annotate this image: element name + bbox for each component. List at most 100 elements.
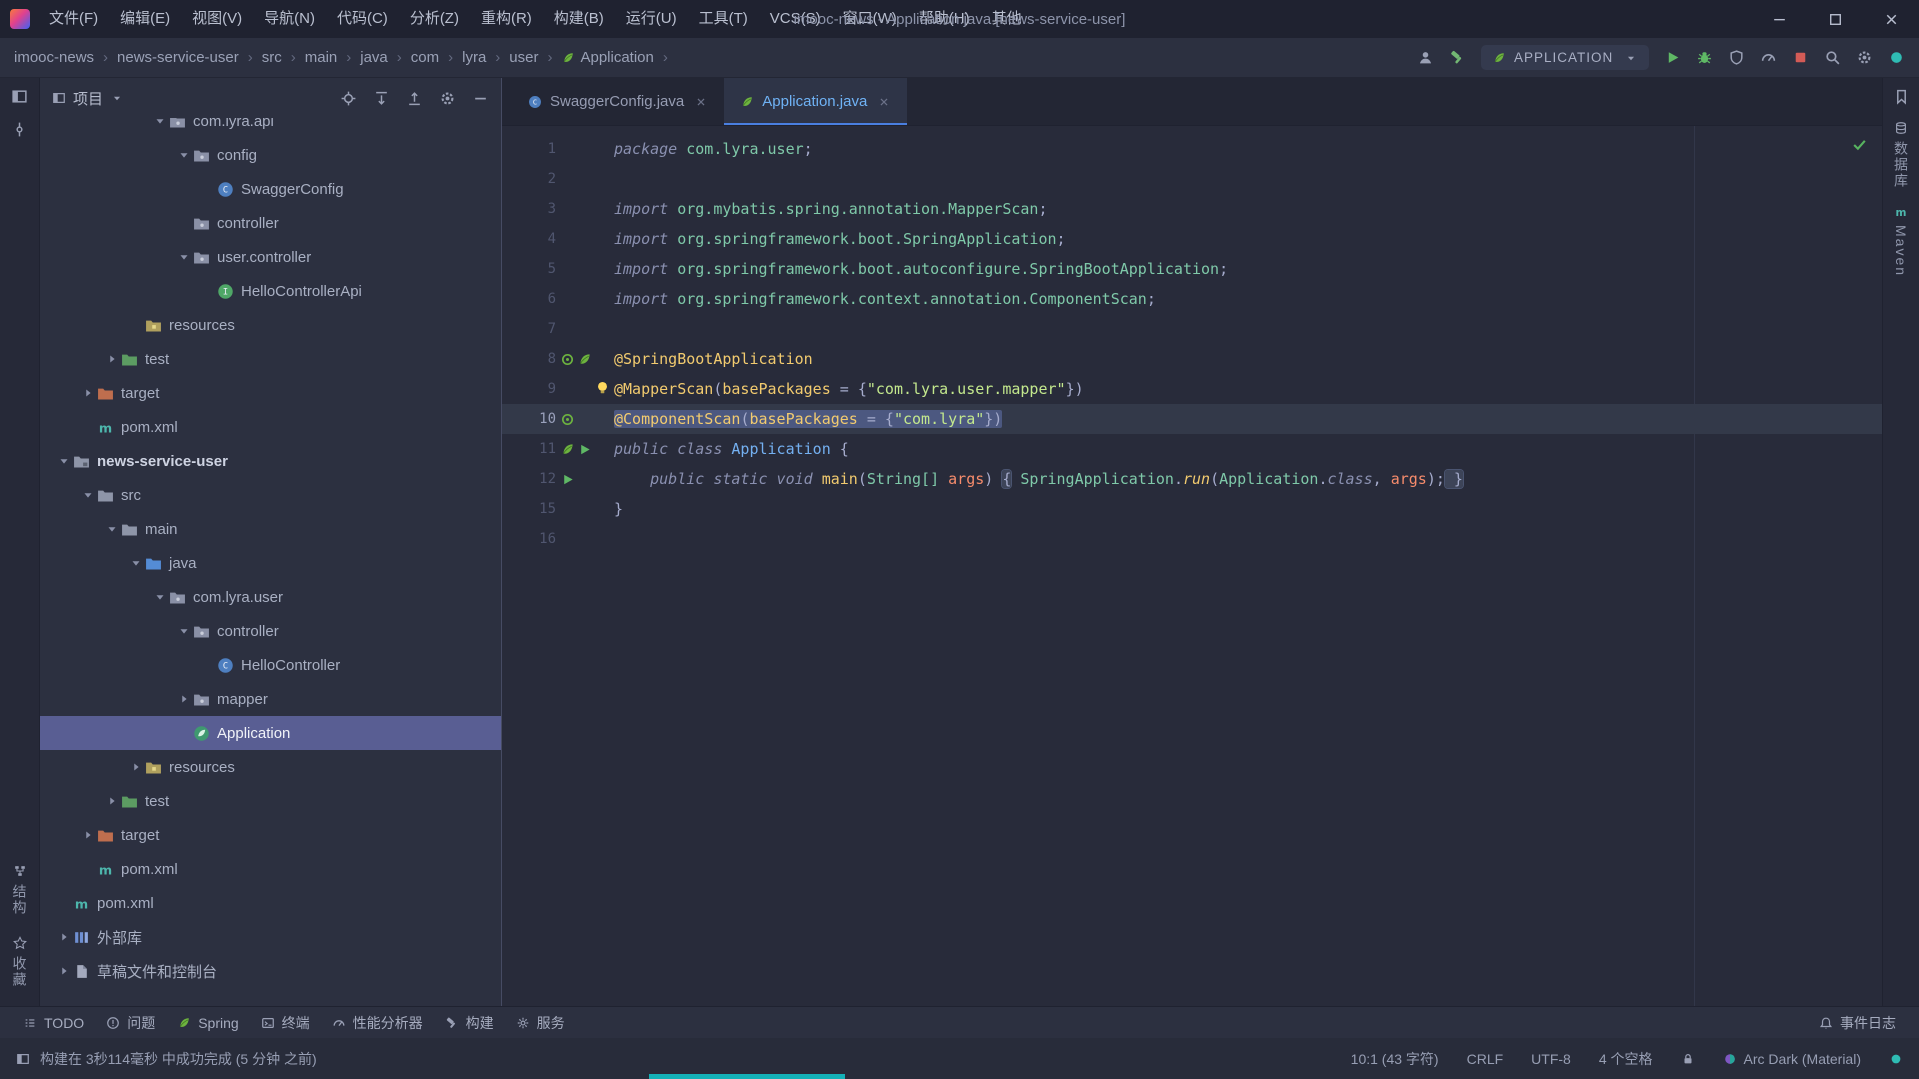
tree-chevron[interactable] xyxy=(126,556,145,570)
menu-item[interactable]: 文件(F) xyxy=(38,0,109,38)
code-line[interactable]: 9 @MapperScan(basePackages = {"com.lyra.u… xyxy=(502,374,1882,404)
tree-item[interactable]: config xyxy=(40,138,501,172)
code-line[interactable]: 6 import org.springframework.context.anno… xyxy=(502,284,1882,314)
menu-item[interactable]: 重构(R) xyxy=(470,0,543,38)
tree-item[interactable]: controller xyxy=(40,614,501,648)
breadcrumb-item[interactable]: com xyxy=(411,49,439,66)
favorites-toolwindow-button[interactable]: 收藏 xyxy=(10,936,30,988)
bookmark-icon[interactable] xyxy=(1893,88,1910,105)
toolwindow-button[interactable]: 性能分析器 xyxy=(321,1007,434,1038)
code-line[interactable]: 8 @SpringBootApplication xyxy=(502,344,1882,374)
menu-item[interactable]: 代码(C) xyxy=(326,0,399,38)
breadcrumb-item[interactable]: Application xyxy=(561,49,654,66)
maven-toolwindow-button[interactable]: m Maven xyxy=(1893,205,1909,277)
collapse-all-button[interactable] xyxy=(406,90,423,107)
tree-chevron[interactable] xyxy=(126,760,145,774)
settings-button[interactable] xyxy=(1856,49,1873,66)
code-line[interactable]: 15} xyxy=(502,494,1882,524)
tree-chevron[interactable] xyxy=(54,930,73,944)
encoding-widget[interactable]: UTF-8 xyxy=(1531,1051,1571,1067)
menu-item[interactable]: 工具(T) xyxy=(688,0,759,38)
tree-item[interactable]: src xyxy=(40,478,501,512)
spring-bean-icon[interactable] xyxy=(560,352,575,367)
tree-chevron[interactable] xyxy=(78,828,97,842)
database-toolwindow-button[interactable]: 数据库 xyxy=(1891,121,1911,189)
tab-close-icon[interactable] xyxy=(877,95,891,109)
breadcrumb-item[interactable]: lyra xyxy=(462,49,486,66)
toolwindow-button[interactable]: Spring xyxy=(166,1007,249,1038)
toolwindow-button[interactable]: 服务 xyxy=(505,1007,576,1038)
code-line[interactable]: 7 xyxy=(502,314,1882,344)
maximize-button[interactable] xyxy=(1807,0,1863,38)
code-line[interactable]: 12 public static void main(String[] args… xyxy=(502,464,1882,494)
profiler-button[interactable] xyxy=(1760,49,1777,66)
spring-leaf-icon[interactable] xyxy=(560,442,575,457)
breadcrumb-item[interactable]: src xyxy=(262,49,282,66)
tree-item[interactable]: resources xyxy=(40,308,501,342)
tree-chevron[interactable] xyxy=(174,148,193,162)
tree-chevron[interactable] xyxy=(102,352,121,366)
editor-tab[interactable]: Application.java xyxy=(724,78,908,125)
code-line[interactable]: 5 import org.springframework.boot.autocon… xyxy=(502,254,1882,284)
tree-item[interactable]: C HelloController xyxy=(40,648,501,682)
tree-chevron[interactable] xyxy=(174,692,193,706)
toolwindow-button[interactable]: 构建 xyxy=(434,1007,505,1038)
indent-widget[interactable]: 4 个空格 xyxy=(1599,1049,1653,1069)
run-with-coverage-button[interactable] xyxy=(1728,49,1745,66)
commit-toolwindow-icon[interactable] xyxy=(11,121,28,138)
tree-item[interactable]: main xyxy=(40,512,501,546)
menu-item[interactable]: 视图(V) xyxy=(181,0,253,38)
toolwindow-toggle-icon[interactable] xyxy=(16,1052,30,1066)
project-panel-title[interactable]: 项目 xyxy=(73,88,103,109)
editor-tab[interactable]: C SwaggerConfig.java xyxy=(512,78,724,125)
tree-item[interactable]: C SwaggerConfig xyxy=(40,172,501,206)
run-icon[interactable] xyxy=(560,472,575,487)
tree-item[interactable]: Application xyxy=(40,716,501,750)
tree-item[interactable]: com.lyra.api xyxy=(40,118,501,138)
panel-settings-button[interactable] xyxy=(439,90,456,107)
tree-chevron[interactable] xyxy=(150,118,169,128)
breadcrumb-item[interactable]: imooc-news xyxy=(14,49,94,66)
tree-item[interactable]: m pom.xml xyxy=(40,410,501,444)
minimize-button[interactable] xyxy=(1751,0,1807,38)
tree-item[interactable]: controller xyxy=(40,206,501,240)
tab-close-icon[interactable] xyxy=(694,95,708,109)
debug-button[interactable] xyxy=(1696,49,1713,66)
tree-item[interactable]: 草稿文件和控制台 xyxy=(40,954,501,988)
tree-chevron[interactable] xyxy=(78,488,97,502)
breadcrumb-item[interactable]: news-service-user xyxy=(117,49,239,66)
run-button[interactable] xyxy=(1664,49,1681,66)
tree-chevron[interactable] xyxy=(174,624,193,638)
select-opened-file-button[interactable] xyxy=(340,90,357,107)
tree-chevron[interactable] xyxy=(54,454,73,468)
search-everywhere-button[interactable] xyxy=(1824,49,1841,66)
code-line[interactable]: 16 xyxy=(502,524,1882,554)
chevron-down-icon[interactable] xyxy=(110,91,124,105)
tree-item[interactable]: m pom.xml xyxy=(40,886,501,920)
tree-item[interactable]: test xyxy=(40,784,501,818)
tree-item[interactable]: test xyxy=(40,342,501,376)
tree-item[interactable]: mapper xyxy=(40,682,501,716)
code-line[interactable]: 10 @ComponentScan(basePackages = {"com.ly… xyxy=(502,404,1882,434)
lock-icon[interactable] xyxy=(1681,1052,1695,1066)
tree-item[interactable]: com.lyra.user xyxy=(40,580,501,614)
menu-item[interactable]: 编辑(E) xyxy=(109,0,181,38)
structure-toolwindow-button[interactable]: 结构 xyxy=(10,864,30,916)
code-editor[interactable]: 1 package com.lyra.user; 2 3 import org.myba… xyxy=(502,126,1882,1006)
tree-item[interactable]: target xyxy=(40,376,501,410)
menu-item[interactable]: 导航(N) xyxy=(253,0,326,38)
spring-leaf-icon[interactable] xyxy=(577,352,592,367)
stop-button[interactable] xyxy=(1792,49,1809,66)
menu-item[interactable]: 分析(Z) xyxy=(399,0,470,38)
tree-chevron[interactable] xyxy=(150,590,169,604)
breadcrumb-item[interactable]: user xyxy=(509,49,538,66)
tree-chevron[interactable] xyxy=(78,386,97,400)
code-line[interactable]: 4 import org.springframework.boot.SpringA… xyxy=(502,224,1882,254)
project-toolwindow-icon[interactable] xyxy=(11,88,28,105)
tree-item[interactable]: java xyxy=(40,546,501,580)
build-project-button[interactable] xyxy=(1449,49,1466,66)
intention-bulb-icon[interactable] xyxy=(594,379,611,396)
code-line[interactable]: 2 xyxy=(502,164,1882,194)
tree-item[interactable]: I HelloControllerApi xyxy=(40,274,501,308)
close-button[interactable] xyxy=(1863,0,1919,38)
